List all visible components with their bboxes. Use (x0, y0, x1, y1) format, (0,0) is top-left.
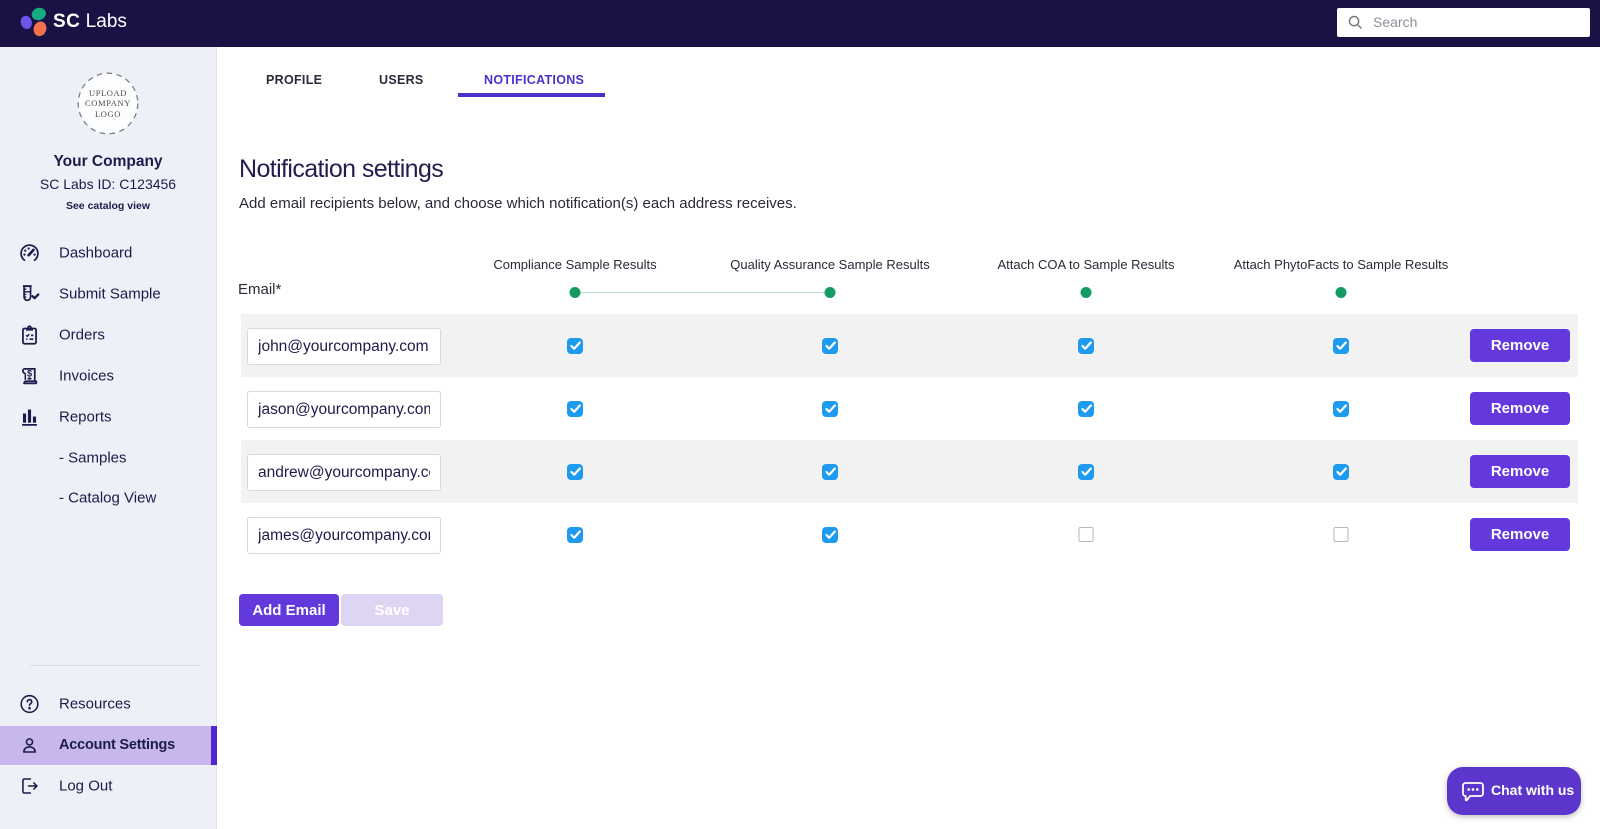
svg-text:$: $ (27, 369, 32, 379)
